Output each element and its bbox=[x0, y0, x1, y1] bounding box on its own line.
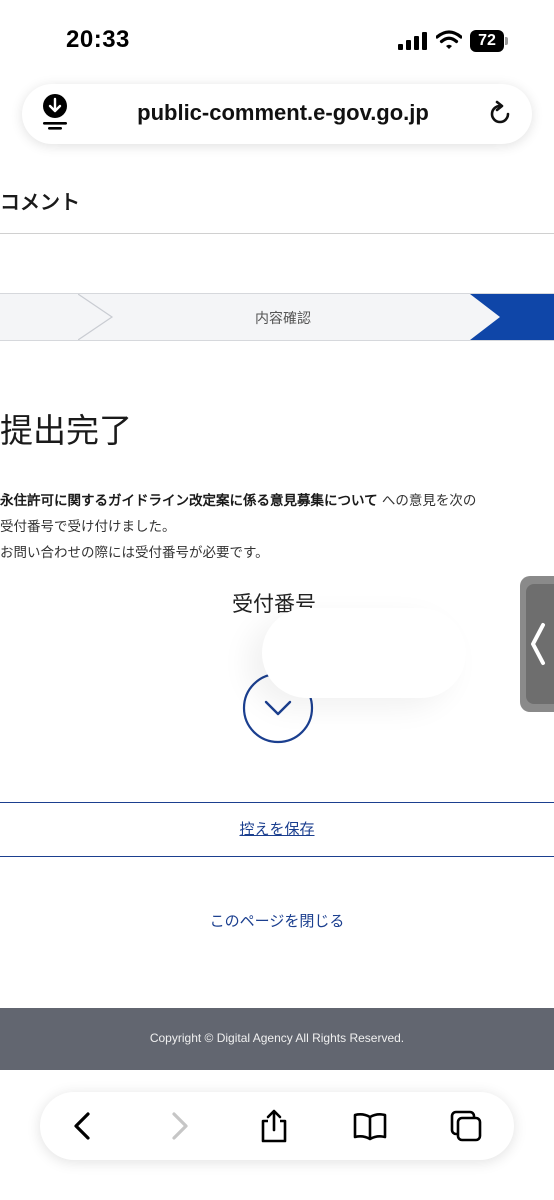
url-text[interactable]: public-comment.e-gov.go.jp bbox=[100, 100, 466, 126]
status-bar: 20:33 72 bbox=[0, 0, 554, 80]
signal-icon bbox=[398, 32, 427, 50]
step-indicator: 内容確認 bbox=[0, 293, 554, 341]
step-active-marker bbox=[470, 294, 554, 340]
forward-icon[interactable] bbox=[162, 1108, 198, 1144]
download-icon[interactable] bbox=[40, 93, 70, 131]
wifi-icon bbox=[436, 30, 462, 49]
page-header-title: コメント bbox=[0, 190, 80, 214]
message-subject: 永住許可に関するガイドライン改定案に係る意見募集について bbox=[0, 493, 378, 509]
tabs-icon[interactable] bbox=[448, 1108, 484, 1144]
receipt-number-mask bbox=[262, 608, 466, 698]
chevron-left-icon[interactable] bbox=[530, 622, 546, 666]
message-line2: 受付番号で受け付けました。 bbox=[0, 519, 176, 535]
copyright-text: Copyright © Digital Agency All Rights Re… bbox=[149, 1031, 405, 1045]
reload-icon[interactable] bbox=[486, 100, 514, 128]
completion-message: 永住許可に関するガイドライン改定案に係る意見募集について への意見を次の 受付番… bbox=[0, 488, 554, 566]
step-chevron-icon bbox=[78, 294, 114, 340]
status-time: 20:33 bbox=[66, 26, 130, 53]
complete-title: 提出完了 bbox=[0, 411, 132, 450]
save-copy-link[interactable]: 控えを保存 bbox=[0, 818, 554, 839]
bookmarks-icon[interactable] bbox=[352, 1108, 388, 1144]
message-line3: お問い合わせの際には受付番号が必要です。 bbox=[0, 545, 269, 561]
step-current-label: 内容確認 bbox=[255, 311, 311, 327]
message-line1: への意見を次の bbox=[377, 493, 477, 509]
battery-level: 72 bbox=[478, 32, 496, 49]
save-divider-bottom bbox=[0, 856, 554, 857]
save-divider-top bbox=[0, 802, 554, 803]
header-divider bbox=[0, 233, 554, 234]
share-icon[interactable] bbox=[256, 1108, 292, 1144]
close-page-link[interactable]: このページを閉じる bbox=[0, 910, 554, 931]
battery-icon: 72 bbox=[470, 30, 508, 52]
back-icon[interactable] bbox=[64, 1108, 100, 1144]
